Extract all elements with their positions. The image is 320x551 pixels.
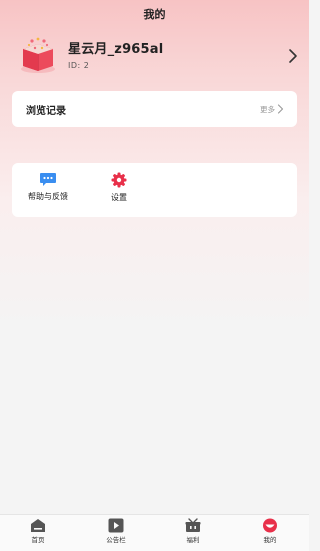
browsing-history-title: 浏览记录: [26, 106, 66, 117]
username[interactable]: 星云月_z965al: [68, 38, 163, 57]
message-dots-icon: [40, 173, 56, 186]
more-link[interactable]: 更多: [260, 104, 275, 115]
home-icon: [31, 519, 45, 532]
tools-card: 帮助与反馈 设置: [12, 163, 297, 217]
tab-home-label: 首页: [31, 536, 45, 544]
chevron-right-icon[interactable]: [277, 104, 284, 114]
page-title: 我的: [143, 8, 166, 21]
chevron-right-icon[interactable]: [287, 48, 299, 64]
help-feedback-button[interactable]: 帮助与反馈: [18, 172, 78, 202]
browsing-history-card[interactable]: 浏览记录 更多: [12, 91, 297, 127]
tab-welfare-label: 福利: [186, 536, 200, 544]
play-icon: [108, 518, 124, 533]
profile-face-icon: [263, 518, 277, 533]
bottom-tab-bar: 首页 公告栏 福利 我的: [0, 514, 309, 551]
user-id: ID: 2: [68, 61, 90, 70]
tab-mine[interactable]: 我的: [240, 518, 300, 544]
tab-mine-label: 我的: [263, 536, 277, 544]
avatar[interactable]: [18, 35, 58, 75]
gift-icon: [185, 518, 201, 532]
tab-welfare[interactable]: 福利: [163, 518, 223, 544]
settings-button[interactable]: 设置: [89, 172, 149, 203]
tab-bulletin[interactable]: 公告栏: [86, 518, 146, 544]
tab-bulletin-label: 公告栏: [106, 536, 126, 544]
gear-icon: [111, 172, 127, 188]
settings-label: 设置: [111, 193, 127, 202]
tab-home[interactable]: 首页: [8, 518, 68, 544]
help-feedback-label: 帮助与反馈: [28, 192, 68, 201]
